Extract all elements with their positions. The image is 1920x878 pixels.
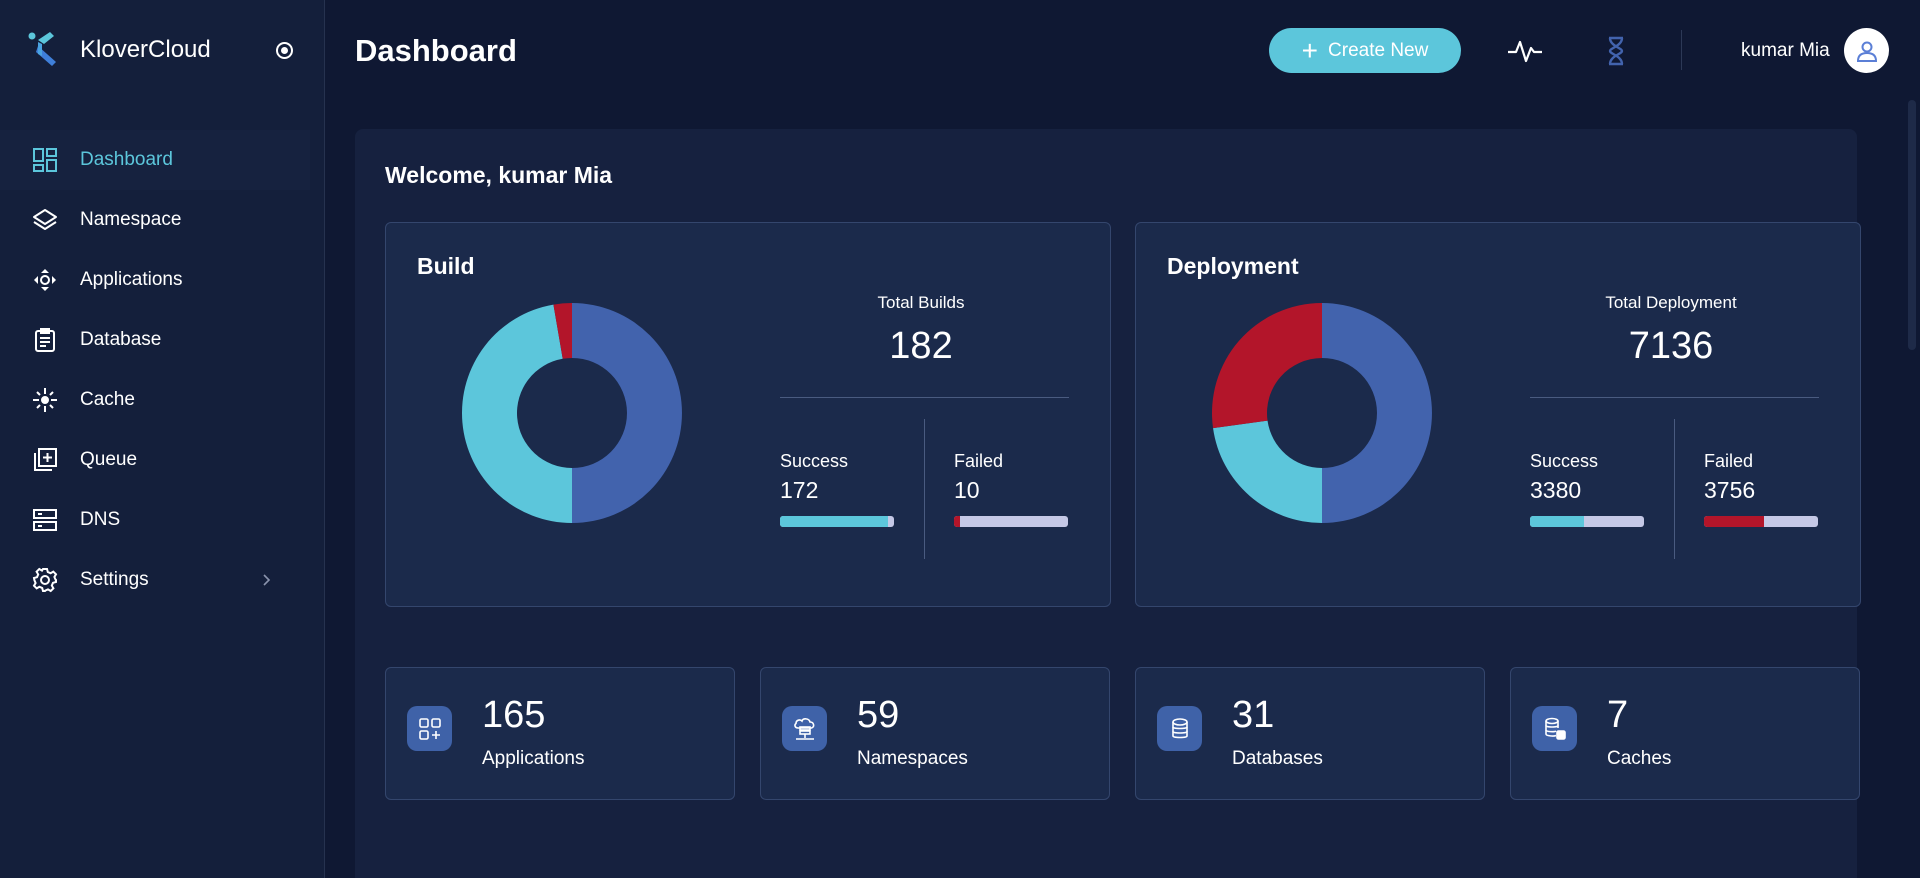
deployment-success-label: Success bbox=[1530, 451, 1599, 471]
build-donut-slice-segment-a bbox=[572, 303, 682, 523]
build-failed-bar bbox=[954, 516, 1068, 527]
build-total-label: Total Builds bbox=[877, 293, 965, 312]
sidebar-item-label: Queue bbox=[80, 449, 138, 470]
gear-icon bbox=[30, 565, 60, 595]
caches-tile[interactable]: 7 Caches bbox=[1510, 667, 1860, 800]
build-success-label: Success bbox=[780, 451, 849, 471]
deployment-failed-value: 3756 bbox=[1704, 477, 1756, 503]
deployment-failed-bar-fill bbox=[1704, 516, 1764, 527]
sidebar-item-label: Settings bbox=[80, 569, 149, 590]
build-title: Build bbox=[417, 253, 475, 279]
deployment-total-value: 7136 bbox=[1628, 325, 1714, 367]
build-card: Build Total Builds 182 Success 172 Faile… bbox=[385, 222, 1111, 607]
deployment-donut-slice-segment-a bbox=[1322, 303, 1432, 523]
build-failed-value: 10 bbox=[954, 477, 980, 503]
header-divider bbox=[1681, 30, 1682, 70]
activity-pulse-icon[interactable] bbox=[1506, 32, 1544, 70]
sidebar-item-label: Dashboard bbox=[80, 149, 173, 170]
build-failed-label: Failed bbox=[954, 451, 1004, 471]
divider bbox=[924, 419, 925, 559]
sidebar-nav: Dashboard Namespace Applications Databas… bbox=[0, 130, 310, 610]
applications-tile[interactable]: 165 Applications bbox=[385, 667, 735, 800]
apps-grid-icon bbox=[407, 706, 452, 751]
deployment-donut-slice-segment-b bbox=[1213, 420, 1322, 523]
sidebar-item-applications[interactable]: Applications bbox=[0, 250, 310, 310]
deployment-card: Deployment Total Deployment 7136 Success… bbox=[1135, 222, 1861, 607]
databases-tile[interactable]: 31 Databases bbox=[1135, 667, 1485, 800]
build-failed-bar-fill bbox=[954, 516, 961, 527]
build-donut-slice-segment-b bbox=[462, 304, 572, 523]
deployment-success-bar-fill bbox=[1530, 516, 1585, 527]
build-donut-chart bbox=[462, 303, 682, 523]
sidebar-item-dashboard[interactable]: Dashboard bbox=[0, 130, 310, 190]
sidebar-item-queue[interactable]: Queue bbox=[0, 430, 310, 490]
klovercloud-logo-icon bbox=[28, 32, 56, 66]
build-success-bar bbox=[780, 516, 894, 527]
deployment-title: Deployment bbox=[1167, 253, 1299, 279]
layers-icon bbox=[30, 205, 60, 235]
divider bbox=[1674, 419, 1675, 559]
deployment-total-label: Total Deployment bbox=[1605, 293, 1737, 312]
sidebar-item-label: Applications bbox=[80, 269, 183, 290]
build-success-bar-fill bbox=[780, 516, 888, 527]
sidebar-item-dns[interactable]: DNS bbox=[0, 490, 310, 550]
cloud-network-icon bbox=[782, 706, 827, 751]
brand[interactable]: KloverCloud bbox=[28, 30, 211, 70]
sidebar-item-label: DNS bbox=[80, 509, 121, 530]
namespaces-label: Namespaces bbox=[857, 748, 968, 769]
sidebar-item-label: Database bbox=[80, 329, 162, 350]
cache-db-icon bbox=[1532, 706, 1577, 751]
deployment-donut-slice-failed bbox=[1212, 303, 1322, 429]
caches-count: 7 bbox=[1607, 694, 1629, 736]
deployment-failed-label: Failed bbox=[1704, 451, 1754, 471]
create-new-button[interactable]: + Create New bbox=[1269, 28, 1461, 73]
user-name[interactable]: kumar Mia bbox=[1741, 40, 1830, 62]
deployment-donut-chart bbox=[1212, 303, 1432, 523]
applications-icon bbox=[30, 265, 60, 295]
plus-icon: + bbox=[1301, 34, 1319, 66]
chevron-right-icon[interactable] bbox=[258, 572, 274, 588]
databases-count: 31 bbox=[1232, 694, 1275, 736]
deployment-success-value: 3380 bbox=[1530, 477, 1582, 503]
build-success-value: 172 bbox=[780, 477, 819, 503]
welcome-message: Welcome, kumar Mia bbox=[385, 162, 613, 188]
divider bbox=[1530, 397, 1819, 398]
create-new-label: Create New bbox=[1328, 39, 1429, 61]
hourglass-icon[interactable] bbox=[1597, 32, 1635, 70]
database-icon bbox=[1157, 706, 1202, 751]
page-title: Dashboard bbox=[355, 33, 517, 68]
queue-icon bbox=[30, 445, 60, 475]
applications-label: Applications bbox=[482, 748, 585, 769]
caches-label: Caches bbox=[1607, 748, 1672, 769]
sidebar-collapse-toggle[interactable] bbox=[276, 42, 293, 59]
sidebar-item-settings[interactable]: Settings bbox=[0, 550, 310, 610]
databases-label: Databases bbox=[1232, 748, 1323, 769]
avatar[interactable] bbox=[1844, 28, 1889, 73]
sidebar-item-namespace[interactable]: Namespace bbox=[0, 190, 310, 250]
namespaces-count: 59 bbox=[857, 694, 900, 736]
deployment-failed-bar bbox=[1704, 516, 1818, 527]
dashboard-icon bbox=[30, 145, 60, 175]
applications-count: 165 bbox=[482, 694, 546, 736]
build-total-value: 182 bbox=[889, 325, 953, 367]
sidebar-item-label: Namespace bbox=[80, 209, 182, 230]
server-icon bbox=[30, 505, 60, 535]
sidebar: KloverCloud Dashboard Namespace Applicat… bbox=[0, 0, 325, 878]
sidebar-item-cache[interactable]: Cache bbox=[0, 370, 310, 430]
divider bbox=[780, 397, 1069, 398]
sidebar-item-label: Cache bbox=[80, 389, 135, 410]
cache-icon bbox=[30, 385, 60, 415]
deployment-success-bar bbox=[1530, 516, 1644, 527]
user-icon bbox=[1856, 41, 1877, 62]
sidebar-item-database[interactable]: Database bbox=[0, 310, 310, 370]
clipboard-icon bbox=[30, 325, 60, 355]
brand-name: KloverCloud bbox=[80, 36, 211, 63]
page-scrollbar[interactable] bbox=[1908, 100, 1916, 350]
namespaces-tile[interactable]: 59 Namespaces bbox=[760, 667, 1110, 800]
